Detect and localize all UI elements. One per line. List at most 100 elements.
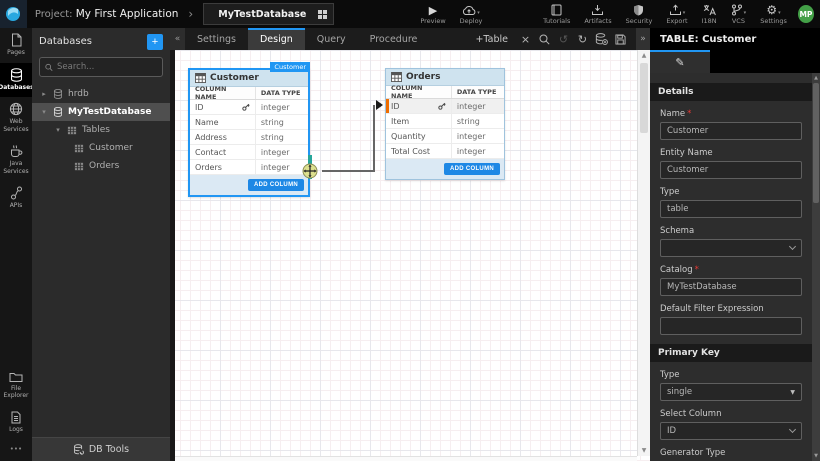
rail-item-databases[interactable]: Databases <box>0 63 32 98</box>
add-column-button[interactable]: ADD COLUMN <box>248 179 304 191</box>
preview-button[interactable]: ▶ Preview <box>413 0 452 28</box>
schema-select[interactable] <box>660 239 802 257</box>
column-row-item[interactable]: Item string <box>386 114 504 129</box>
scroll-up-icon[interactable]: ▲ <box>812 75 820 81</box>
db-tools-button[interactable]: DB Tools <box>32 437 170 461</box>
panel-tabs: ✎ <box>650 50 820 73</box>
vcs-button[interactable]: ▾ VCS <box>724 0 754 28</box>
tree-item-hrdb[interactable]: ▸ hrdb <box>32 85 170 103</box>
column-row-quantity[interactable]: Quantity integer <box>386 129 504 144</box>
panel-scrollbar[interactable]: ▲ ▼ <box>812 73 820 461</box>
tab-design[interactable]: Design <box>248 28 305 50</box>
scroll-down-icon[interactable]: ▼ <box>638 447 650 454</box>
pk-type-select[interactable]: single ▼ <box>660 383 802 401</box>
search-input[interactable] <box>57 62 157 72</box>
relation-line-vertical[interactable] <box>373 105 375 172</box>
pencil-icon: ✎ <box>675 56 684 69</box>
open-database-tab[interactable]: MyTestDatabase <box>203 3 334 25</box>
rail-item-apis[interactable]: APIs <box>0 181 32 216</box>
design-tabbar: « Settings Design Query Procedure +Table… <box>170 28 650 50</box>
edit-tab[interactable]: ✎ <box>650 50 710 73</box>
tree-item-orders[interactable]: Orders <box>32 157 170 175</box>
type-field[interactable] <box>660 200 802 218</box>
collapse-sidebar-button[interactable]: « <box>170 28 185 50</box>
search-icon <box>45 63 53 72</box>
chevron-down-icon <box>789 243 796 250</box>
generator-type-label: Generator Type <box>660 448 802 458</box>
add-table-button[interactable]: +Table <box>467 28 516 50</box>
collapse-panel-button[interactable]: » <box>636 28 650 50</box>
rail-item-logs[interactable]: Logs <box>0 406 32 440</box>
user-avatar[interactable]: MP <box>798 5 814 23</box>
column-row-total-cost[interactable]: Total Cost integer <box>386 144 504 159</box>
move-crosshair-icon[interactable] <box>302 163 318 179</box>
column-row-name[interactable]: Name string <box>190 115 308 130</box>
add-column-button[interactable]: ADD COLUMN <box>444 163 500 175</box>
scrollbar-thumb[interactable] <box>813 83 819 203</box>
update-database-button[interactable] <box>592 28 611 50</box>
entity-name-field[interactable] <box>660 161 802 179</box>
canvas-horizontal-scrollbar[interactable] <box>175 456 637 461</box>
column-row-id[interactable]: ID integer <box>190 100 308 115</box>
required-marker: * <box>687 109 691 119</box>
app-logo[interactable] <box>0 0 27 28</box>
scrollbar-thumb[interactable] <box>640 63 648 133</box>
caret-down-icon[interactable]: ▾ <box>54 126 62 134</box>
relation-line-horizontal[interactable] <box>322 170 375 172</box>
entity-name-label: Entity Name <box>660 148 802 158</box>
export-button[interactable]: ▾ Export <box>659 0 694 28</box>
artifacts-button[interactable]: Artifacts <box>577 0 618 28</box>
sidebar-search[interactable] <box>39 57 163 77</box>
pages-icon <box>10 33 23 47</box>
tab-settings[interactable]: Settings <box>185 28 248 50</box>
entity-table-customer[interactable]: Customer Customer COLUMN NAME DATA TYPE … <box>188 68 310 197</box>
scroll-up-icon[interactable]: ▲ <box>638 52 650 59</box>
save-button[interactable] <box>611 28 630 50</box>
tree-item-customer[interactable]: Customer <box>32 139 170 157</box>
column-row-id[interactable]: ID integer <box>386 99 504 114</box>
name-field[interactable] <box>660 122 802 140</box>
security-button[interactable]: Security <box>619 0 660 28</box>
folder-icon <box>9 371 23 383</box>
rail-item-web-services[interactable]: Web Services <box>0 97 32 139</box>
rail-item-file-explorer[interactable]: File Explorer <box>0 366 32 406</box>
i18n-button[interactable]: I18N <box>695 0 724 28</box>
column-row-orders[interactable]: Orders integer <box>190 160 308 175</box>
tree-item-mytestdatabase[interactable]: ▾ MyTestDatabase <box>32 103 170 121</box>
column-row-contact[interactable]: Contact integer <box>190 145 308 160</box>
rail-item-pages[interactable]: Pages <box>0 28 32 63</box>
panel-title: TABLE: Customer <box>650 28 820 50</box>
zoom-search-button[interactable] <box>535 28 554 50</box>
filter-expression-label: Default Filter Expression <box>660 304 802 314</box>
tutorials-button[interactable]: Tutorials <box>536 0 577 28</box>
apps-grid-icon[interactable] <box>318 10 327 19</box>
api-connector-icon <box>10 186 23 200</box>
redo-button[interactable]: ↻ <box>573 28 592 50</box>
relation-arrow-icon <box>376 100 383 110</box>
wavemaker-logo-icon <box>5 6 21 22</box>
caret-right-icon[interactable]: ▸ <box>40 90 48 98</box>
canvas-vertical-scrollbar[interactable]: ▲ ▼ <box>637 50 650 456</box>
deploy-button[interactable]: ▾ Deploy <box>453 0 490 28</box>
tab-procedure[interactable]: Procedure <box>358 28 430 50</box>
rail-item-java-services[interactable]: Java Services <box>0 139 32 181</box>
artifacts-download-icon <box>591 4 604 16</box>
settings-button[interactable]: ⚙ ▾ Settings <box>753 0 794 28</box>
project-title: Project: My First Application <box>35 8 179 20</box>
rail-more-icon[interactable]: ••• <box>0 439 32 461</box>
caret-down-icon[interactable]: ▾ <box>40 108 48 116</box>
column-row-address[interactable]: Address string <box>190 130 308 145</box>
tree-item-tables[interactable]: ▾ Tables <box>32 121 170 139</box>
table-icon <box>391 72 402 82</box>
undo-button[interactable]: ↺ <box>554 28 573 50</box>
entity-table-orders[interactable]: Orders COLUMN NAME DATA TYPE ID integer … <box>385 68 505 180</box>
select-column-select[interactable]: ID <box>660 422 802 440</box>
tab-query[interactable]: Query <box>305 28 358 50</box>
add-database-button[interactable]: + <box>147 34 163 50</box>
scroll-down-icon[interactable]: ▼ <box>812 453 820 459</box>
catalog-label: Catalog* <box>660 265 802 275</box>
catalog-field[interactable] <box>660 278 802 296</box>
filter-expression-field[interactable] <box>660 317 802 335</box>
design-canvas[interactable]: Customer Customer COLUMN NAME DATA TYPE … <box>170 50 650 461</box>
delete-button[interactable]: × <box>516 28 535 50</box>
